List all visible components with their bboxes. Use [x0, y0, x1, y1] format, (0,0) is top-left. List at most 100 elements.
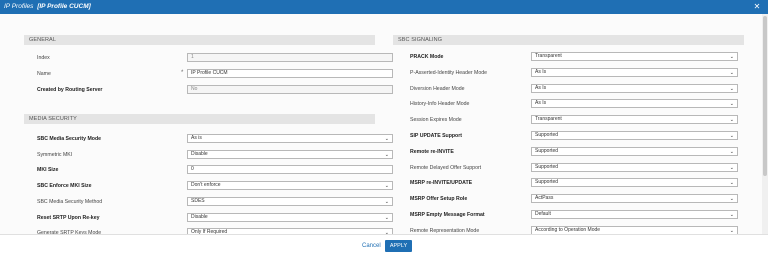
chevron-down-icon[interactable]: ⌄ — [730, 180, 734, 186]
created-by-routing-server-field[interactable]: No — [187, 85, 393, 94]
close-icon[interactable]: ✕ — [752, 2, 762, 12]
prack-mode-select[interactable]: Transparent ⌄ — [531, 52, 738, 61]
field-value: According to Operation Mode — [535, 226, 601, 233]
field-value: Transparent — [535, 53, 562, 59]
form-row-generate-srtp-keys-mode: Generate SRTP Keys Mode Only If Required ⌄ — [24, 227, 393, 234]
field-value: As Is — [535, 68, 547, 75]
sbc-media-security-mode-select[interactable]: As is ⌄ — [187, 134, 393, 143]
remote-re-invite-select[interactable]: Supported ⌄ — [531, 146, 738, 156]
form-row-history-info-header-mode: History-Info Header Mode As Is ⌄ — [393, 98, 744, 109]
dialog-title-bar: IP Profiles [IP Profile CUCM] ✕ — [0, 0, 768, 14]
field-value: Transparent — [535, 116, 562, 123]
field-label: MSRP Offer Setup Role — [410, 196, 468, 203]
field-label: Reset SRTP Upon Re-key — [37, 214, 100, 221]
form-row-symmetric-mki: Symmetric MKI Disable ⌄ — [24, 149, 393, 160]
field-label: MKI Size — [37, 167, 59, 174]
field-value: Default — [535, 211, 551, 217]
form-row-mki-size: MKI Size 0 — [24, 164, 393, 175]
session-expires-mode-select[interactable]: Transparent ⌄ — [531, 115, 738, 125]
field-label: Diversion Header Mode — [410, 85, 465, 92]
form-row-name: Name * IP Profile CUCM — [24, 68, 393, 79]
chevron-down-icon[interactable]: ⌄ — [730, 133, 734, 139]
field-value: Don't enforce — [191, 182, 221, 189]
scrollbar-thumb[interactable] — [763, 16, 767, 176]
field-label: SBC Media Security Method — [37, 198, 103, 205]
msrp-re-invite-update-select[interactable]: Supported ⌄ — [531, 178, 738, 188]
chevron-down-icon[interactable]: ⌄ — [385, 152, 389, 158]
field-value: ActPass — [535, 195, 554, 202]
reset-srtp-upon-re-key-select[interactable]: Disable ⌄ — [187, 212, 393, 222]
form-row-remote-delayed-offer-support: Remote Delayed Offer Support Supported ⌄ — [393, 162, 744, 173]
chevron-down-icon[interactable]: ⌄ — [730, 117, 734, 123]
field-label: Remote re-INVITE — [410, 148, 454, 155]
cancel-button[interactable]: Cancel — [362, 243, 381, 249]
diversion-header-mode-select[interactable]: As Is ⌄ — [531, 83, 738, 93]
dialog-title: IP Profiles [IP Profile CUCM] — [4, 3, 91, 10]
chevron-down-icon[interactable]: ⌄ — [385, 215, 389, 221]
history-info-header-mode-select[interactable]: As Is ⌄ — [531, 99, 738, 109]
mki-size-field[interactable]: 0 — [187, 165, 393, 175]
chevron-down-icon[interactable]: ⌄ — [730, 54, 734, 60]
field-value: Disable — [191, 213, 208, 220]
chevron-down-icon[interactable]: ⌄ — [730, 70, 734, 76]
general-section: GENERAL Index 1 Name * IP Profile CUCM Create… — [24, 35, 393, 94]
msrp-empty-message-format-select[interactable]: Default ⌄ — [531, 210, 738, 219]
sip-update-support-select[interactable]: Supported ⌄ — [531, 131, 738, 140]
field-value: Supported — [535, 132, 559, 138]
apply-button[interactable]: APPLY — [385, 240, 412, 252]
field-label: History-Info Header Mode — [410, 101, 470, 108]
form-row-session-expires-mode: Session Expires Mode Transparent ⌄ — [393, 114, 744, 125]
form-row-remote-re-invite: Remote re-INVITE Supported ⌄ — [393, 146, 744, 157]
remote-delayed-offer-support-select[interactable]: Supported ⌄ — [531, 162, 738, 172]
sbc-signaling-section: SBC SIGNALING PRACK Mode Transparent ⌄ P-As… — [393, 35, 744, 234]
chevron-down-icon[interactable]: ⌄ — [730, 212, 734, 218]
form-row-diversion-header-mode: Diversion Header Mode As Is ⌄ — [393, 83, 744, 94]
name-field[interactable]: IP Profile CUCM — [187, 69, 393, 78]
field-label: Created by Routing Server — [37, 87, 103, 93]
field-label: MSRP Empty Message Format — [410, 212, 485, 218]
chevron-down-icon[interactable]: ⌄ — [385, 183, 389, 189]
general-section-header: GENERAL — [24, 35, 375, 45]
form-row-remote-representation-mode: Remote Representation Mode According to O… — [393, 225, 744, 234]
field-label: Name — [37, 71, 51, 77]
field-value: Disable — [191, 150, 208, 157]
field-value: As is — [191, 135, 202, 141]
field-value: No — [191, 86, 198, 92]
form-row-prack-mode: PRACK Mode Transparent ⌄ — [393, 51, 744, 62]
sbc-signaling-section-header: SBC SIGNALING — [393, 35, 744, 45]
field-label: PRACK Mode — [410, 54, 444, 60]
form-row-p-asserted-identity-header-mode: P-Asserted-Identity Header Mode As Is ⌄ — [393, 67, 744, 78]
chevron-down-icon[interactable]: ⌄ — [730, 101, 734, 107]
chevron-down-icon[interactable]: ⌄ — [730, 86, 734, 92]
form-row-index: Index 1 — [24, 52, 393, 63]
field-label: Symmetric MKI — [37, 151, 73, 158]
chevron-down-icon[interactable]: ⌄ — [730, 149, 734, 155]
chevron-down-icon[interactable]: ⌄ — [730, 196, 734, 202]
chevron-down-icon[interactable]: ⌄ — [385, 199, 389, 205]
field-value: 1 — [191, 54, 194, 60]
field-value: Supported — [535, 147, 559, 154]
field-label: Remote Representation Mode — [410, 227, 480, 234]
p-asserted-identity-header-mode-select[interactable]: As Is ⌄ — [531, 67, 738, 77]
form-row-msrp-re-invite-update: MSRP re-INVITE/UPDATE Supported ⌄ — [393, 177, 744, 188]
remote-representation-mode-select[interactable]: According to Operation Mode ⌄ — [531, 225, 738, 234]
sbc-media-security-method-select[interactable]: SDES ⌄ — [187, 196, 393, 206]
field-value: As Is — [535, 100, 547, 107]
symmetric-mki-select[interactable]: Disable ⌄ — [187, 149, 393, 159]
dialog-title-text: IP Profiles — [4, 3, 34, 10]
msrp-offer-setup-role-select[interactable]: ActPass ⌄ — [531, 194, 738, 204]
index-field[interactable]: 1 — [187, 53, 393, 62]
required-marker: * — [181, 70, 184, 76]
chevron-down-icon[interactable]: ⌄ — [730, 165, 734, 171]
form-row-created-by-routing-server: Created by Routing Server No — [24, 84, 393, 95]
field-value: As Is — [535, 84, 547, 91]
chevron-down-icon[interactable]: ⌄ — [385, 136, 389, 142]
media-security-section: MEDIA SECURITY SBC Media Security Mode As… — [24, 114, 393, 234]
sbc-enforce-mki-size-select[interactable]: Don't enforce ⌄ — [187, 181, 393, 191]
form-row-msrp-empty-message-format: MSRP Empty Message Format Default ⌄ — [393, 209, 744, 220]
form-row-sbc-media-security-mode: SBC Media Security Mode As is ⌄ — [24, 133, 393, 144]
field-label: Index — [37, 55, 50, 61]
dialog-footer: Cancel APPLY — [0, 234, 768, 259]
field-label: SBC Media Security Mode — [37, 136, 101, 142]
form-row-reset-srtp-upon-re-key: Reset SRTP Upon Re-key Disable ⌄ — [24, 212, 393, 223]
